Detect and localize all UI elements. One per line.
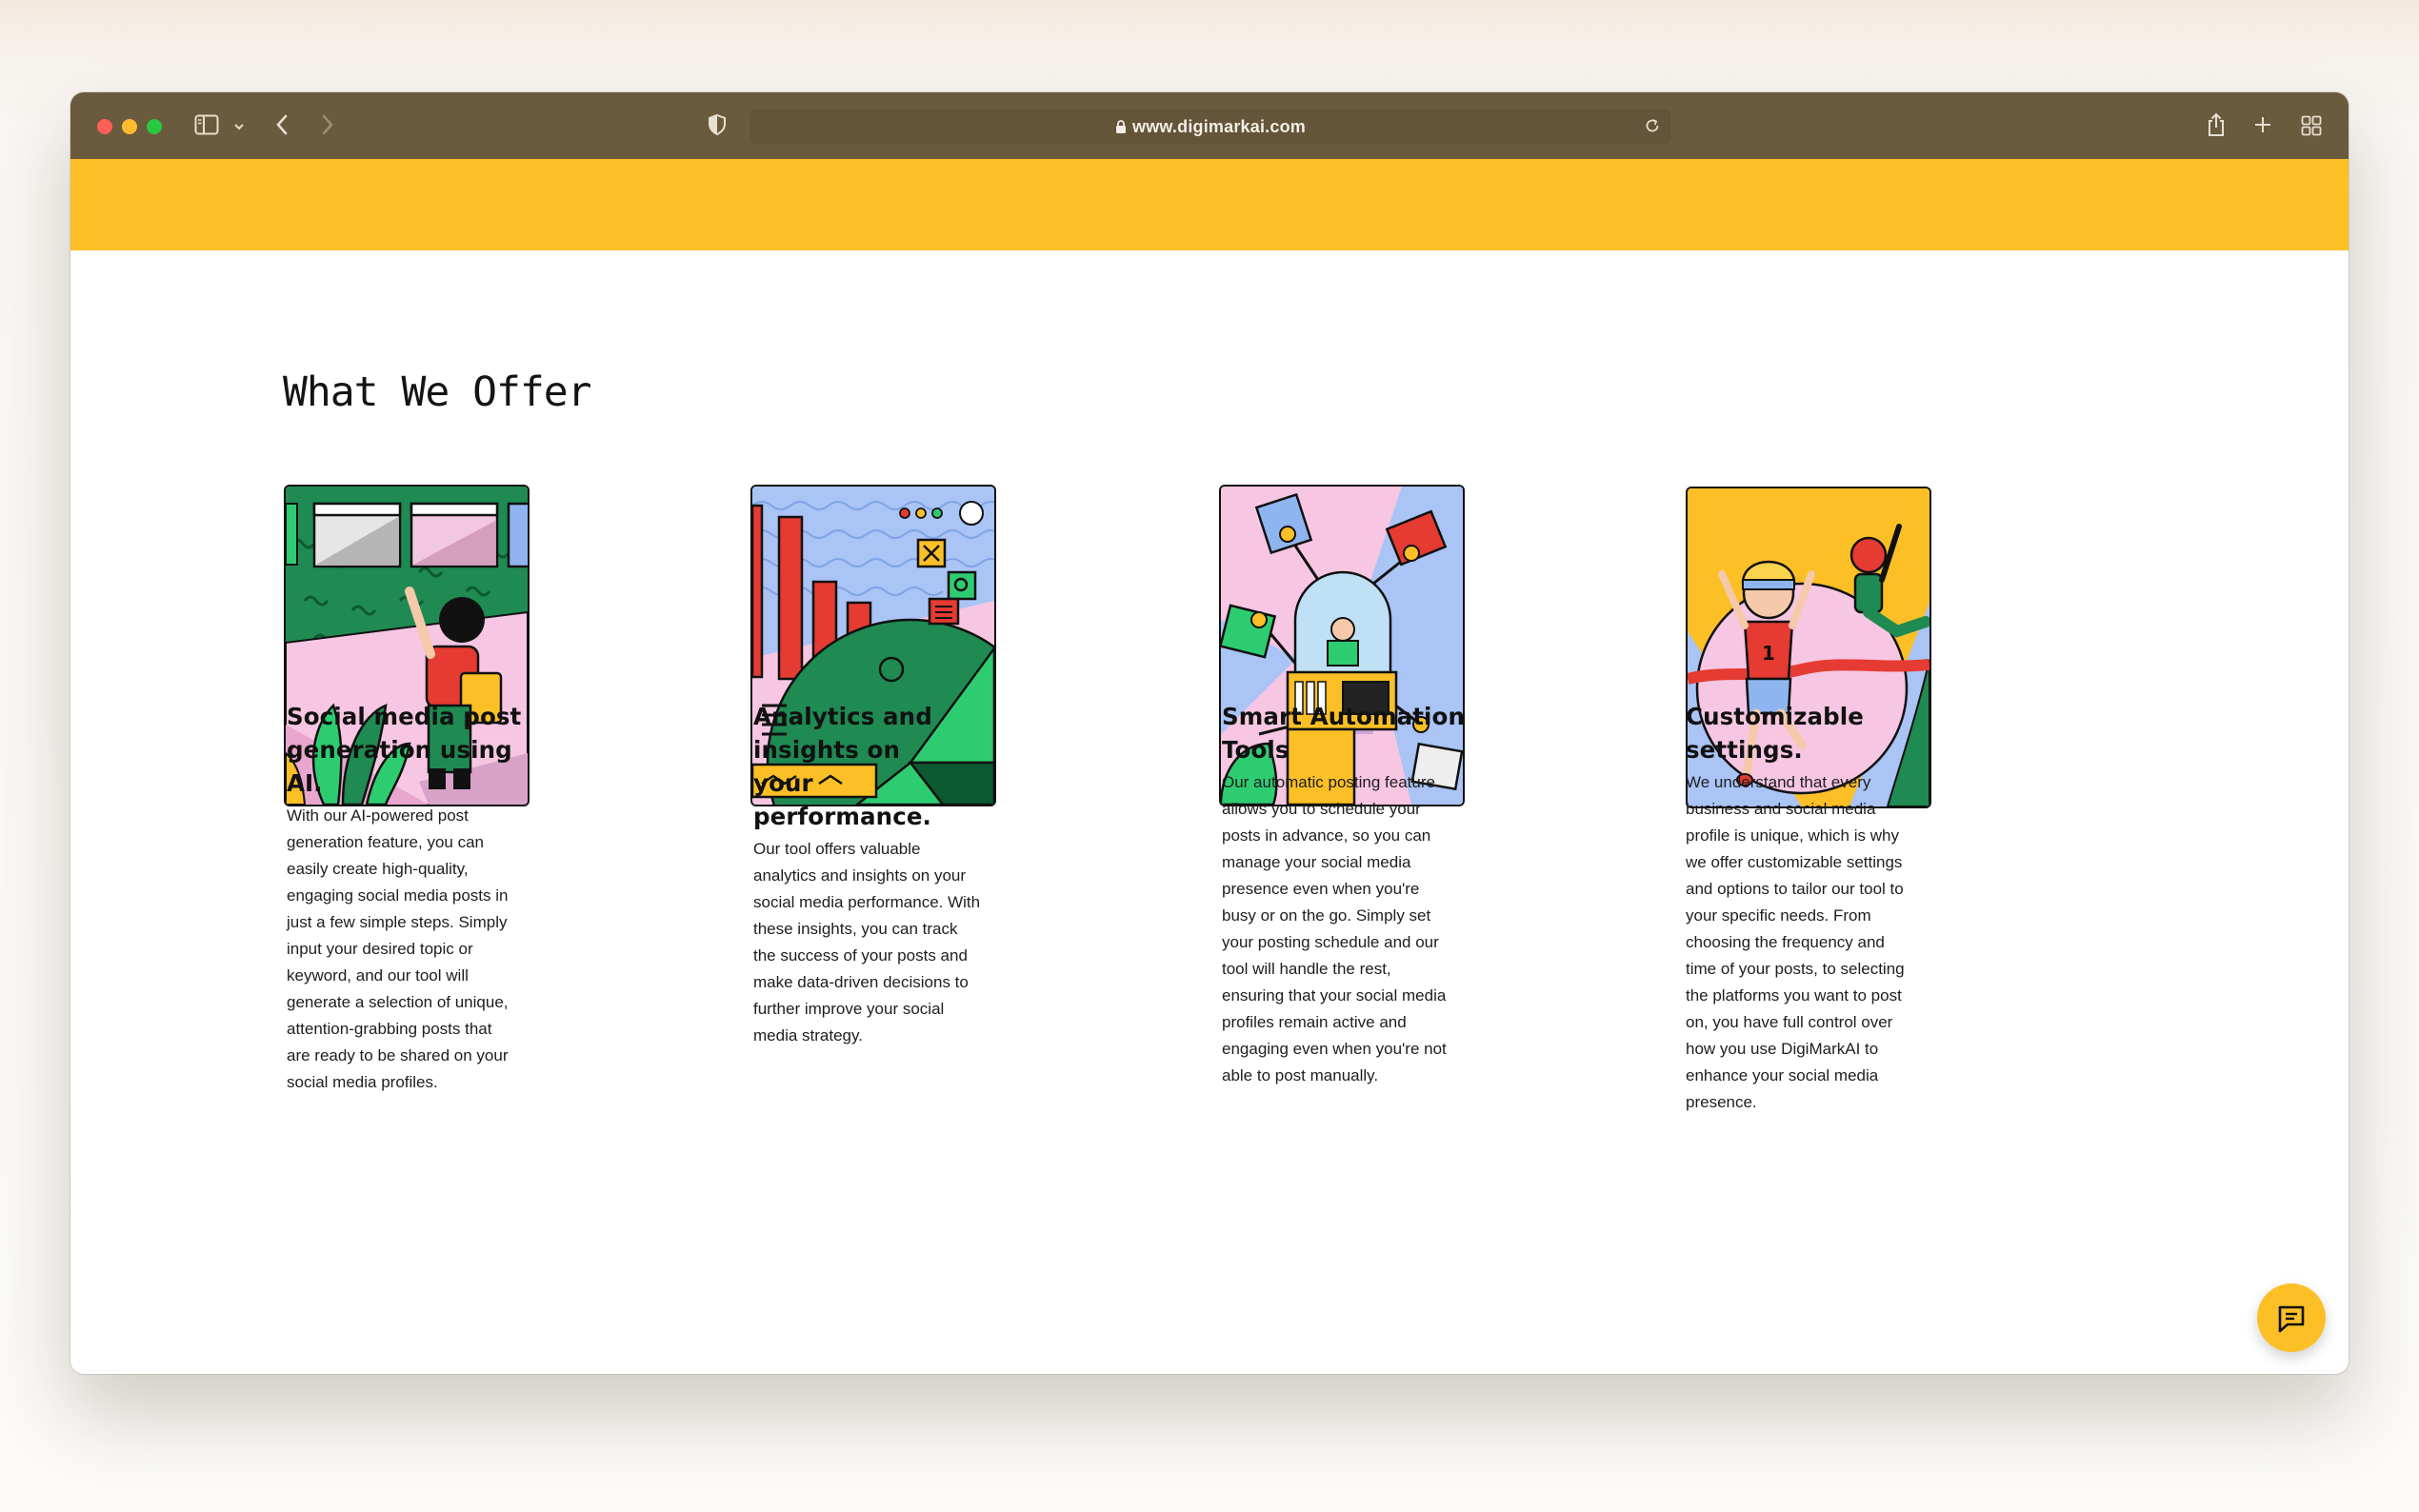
address-bar[interactable]: www.digimarkai.com (749, 108, 1672, 146)
browser-window: www.digimarkai.com What We Offer Social … (70, 92, 2349, 1374)
chat-icon (2276, 1303, 2307, 1339)
url-display: www.digimarkai.com (750, 117, 1671, 139)
maximize-window-button[interactable] (147, 119, 162, 134)
card-title-customizable: Customizable settings. (1686, 703, 1865, 764)
chevron-down-icon[interactable] (233, 119, 245, 136)
back-arrow-icon[interactable] (274, 113, 290, 141)
card-title-analytics: Analytics and insights on your performance. (753, 703, 932, 830)
share-icon[interactable] (2206, 111, 2227, 143)
chat-button[interactable] (2257, 1283, 2326, 1352)
card-text-post-generation: With our AI-powered post generation featu… (287, 806, 509, 1091)
header-banner (70, 159, 2349, 250)
lock-icon (1115, 119, 1127, 139)
card-text-analytics: Our tool offers valuable analytics and in… (753, 840, 981, 1044)
minimize-window-button[interactable] (122, 119, 137, 134)
shield-icon[interactable] (708, 113, 727, 141)
close-window-button[interactable] (97, 119, 112, 134)
tab-overview-icon[interactable] (2301, 115, 2322, 141)
card-text-customizable: We understand that every business and soc… (1686, 773, 1905, 1111)
svg-text:1: 1 (1762, 642, 1775, 665)
sidebar-toggle-icon[interactable] (194, 114, 219, 140)
section-heading: What We Offer (283, 368, 592, 416)
card-text-automation: Our automatic posting feature allows you … (1222, 773, 1447, 1084)
url-text: www.digimarkai.com (1132, 117, 1306, 136)
forward-arrow-icon[interactable] (320, 113, 335, 141)
reload-icon[interactable] (1643, 116, 1662, 140)
card-title-automation: Smart Automation Tools (1222, 703, 1466, 764)
browser-toolbar: www.digimarkai.com (70, 92, 2349, 159)
card-title-post-generation: Social media post generation using AI. (287, 703, 522, 797)
new-tab-plus-icon[interactable] (2253, 115, 2272, 139)
